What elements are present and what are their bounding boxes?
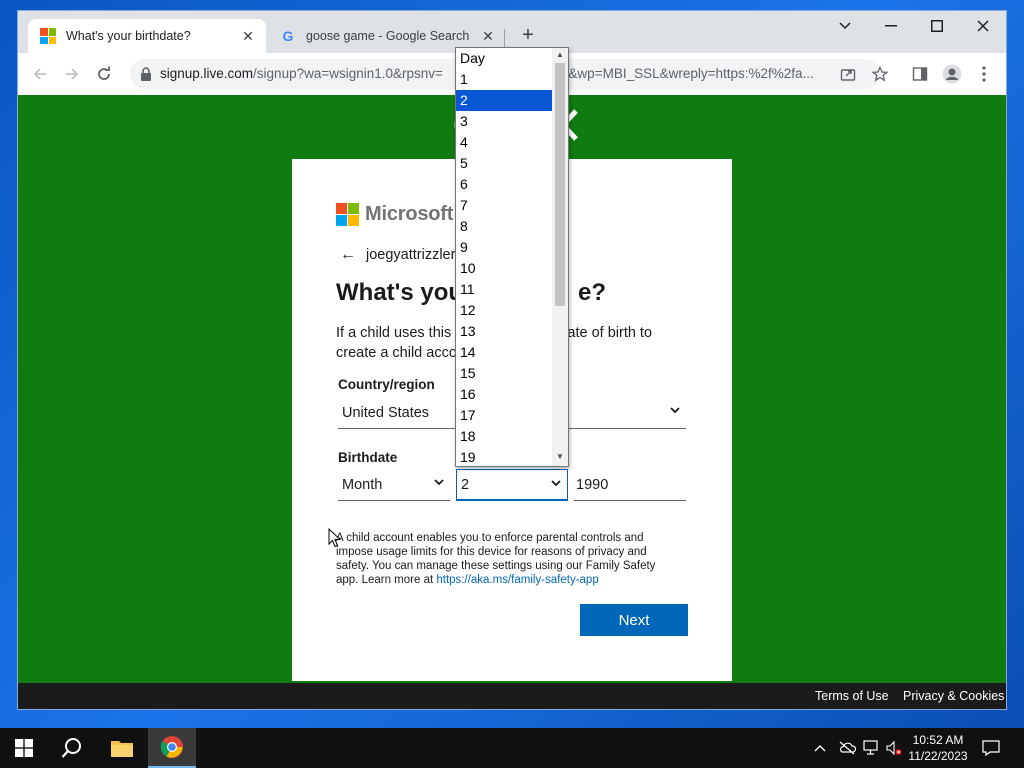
day-option[interactable]: Day bbox=[456, 48, 552, 69]
day-dropdown-list[interactable]: Day 1 2 3 4 5 6 7 8 9 10 11 12 13 14 15 16 17 18 19 ▲ ▼ bbox=[455, 47, 569, 467]
bookmark-star-icon[interactable] bbox=[868, 62, 892, 86]
scroll-up-icon[interactable]: ▲ bbox=[556, 50, 564, 59]
day-option[interactable]: 9 bbox=[456, 237, 552, 258]
dropdown-scrollbar[interactable]: ▲ ▼ bbox=[552, 48, 568, 466]
day-option[interactable]: 14 bbox=[456, 342, 552, 363]
taskbar: 10:52 AM 11/22/2023 bbox=[0, 728, 1024, 768]
onedrive-offline-icon[interactable] bbox=[838, 728, 856, 768]
day-option[interactable]: 5 bbox=[456, 153, 552, 174]
system-clock[interactable]: 10:52 AM 11/22/2023 bbox=[900, 732, 976, 764]
menu-kebab-icon[interactable] bbox=[972, 62, 996, 86]
year-input[interactable]: 1990 bbox=[574, 469, 686, 501]
scroll-down-icon[interactable]: ▼ bbox=[556, 452, 564, 461]
month-select[interactable]: Month bbox=[338, 469, 450, 501]
year-value: 1990 bbox=[576, 476, 609, 493]
day-option[interactable]: 2 bbox=[456, 90, 552, 111]
back-arrow-icon: ← bbox=[340, 246, 356, 263]
page-footer: Terms of Use Privacy & Cookies bbox=[18, 683, 1006, 709]
scrollbar-thumb[interactable] bbox=[555, 63, 565, 306]
tab-title: goose game - Google Search bbox=[306, 29, 470, 43]
day-option[interactable]: 6 bbox=[456, 174, 552, 195]
microsoft-favicon-icon bbox=[40, 28, 56, 44]
day-option[interactable]: 17 bbox=[456, 405, 552, 426]
mouse-cursor-icon bbox=[328, 528, 342, 548]
clock-time: 10:52 AM bbox=[912, 733, 964, 747]
day-option[interactable]: 12 bbox=[456, 300, 552, 321]
notifications-icon[interactable] bbox=[982, 728, 1000, 768]
network-icon[interactable] bbox=[862, 728, 880, 768]
clock-date: 11/22/2023 bbox=[908, 749, 968, 763]
child-account-note: A child account enables you to enforce p… bbox=[336, 532, 656, 586]
day-option[interactable]: 18 bbox=[456, 426, 552, 447]
share-icon[interactable] bbox=[836, 62, 860, 86]
chevron-down-icon bbox=[434, 477, 444, 489]
close-window-icon[interactable] bbox=[960, 11, 1006, 41]
microsoft-brand: Microsoft bbox=[336, 203, 453, 226]
show-hidden-icons-chevron-icon[interactable] bbox=[814, 728, 826, 768]
day-option[interactable]: 4 bbox=[456, 132, 552, 153]
day-option[interactable]: 10 bbox=[456, 258, 552, 279]
day-option[interactable]: 19 bbox=[456, 447, 552, 466]
side-panel-icon[interactable] bbox=[908, 62, 932, 86]
tab-search-chevron-icon[interactable] bbox=[822, 11, 868, 41]
family-safety-link[interactable]: https://aka.ms/family-safety-app bbox=[436, 574, 598, 586]
month-value: Month bbox=[342, 476, 383, 493]
file-explorer-icon[interactable] bbox=[98, 728, 146, 768]
search-icon[interactable] bbox=[48, 728, 96, 768]
new-tab-icon[interactable]: + bbox=[518, 25, 538, 45]
tab-separator bbox=[504, 29, 505, 47]
next-button[interactable]: Next bbox=[580, 604, 688, 636]
day-option[interactable]: 15 bbox=[456, 363, 552, 384]
maximize-icon[interactable] bbox=[914, 11, 960, 41]
lock-icon bbox=[141, 67, 151, 81]
birthdate-label: Birthdate bbox=[338, 450, 398, 465]
day-option[interactable]: 1 bbox=[456, 69, 552, 90]
day-option[interactable]: 13 bbox=[456, 321, 552, 342]
chevron-down-icon bbox=[670, 405, 680, 417]
identity-back-link[interactable]: ← joegyattrizzler bbox=[340, 246, 455, 264]
country-value: United States bbox=[342, 404, 430, 421]
tab-title: What's your birthdate? bbox=[66, 29, 191, 43]
tab-birthdate[interactable]: What's your birthdate? ✕ bbox=[28, 19, 266, 53]
day-option[interactable]: 7 bbox=[456, 195, 552, 216]
windows-start-icon[interactable] bbox=[0, 728, 48, 768]
minimize-icon[interactable] bbox=[868, 11, 914, 41]
close-tab-icon[interactable]: ✕ bbox=[480, 28, 496, 44]
terms-of-use-link[interactable]: Terms of Use bbox=[815, 689, 889, 703]
day-value: 2 bbox=[461, 476, 470, 493]
google-favicon-icon: G bbox=[282, 28, 294, 44]
brand-name: Microsoft bbox=[365, 203, 454, 225]
profile-avatar-icon[interactable] bbox=[940, 62, 964, 86]
privacy-cookies-link[interactable]: Privacy & Cookies bbox=[903, 689, 1004, 703]
day-option[interactable]: 11 bbox=[456, 279, 552, 300]
back-icon[interactable] bbox=[28, 62, 52, 86]
country-label: Country/region bbox=[338, 377, 435, 392]
day-option[interactable]: 16 bbox=[456, 384, 552, 405]
chevron-down-icon bbox=[551, 478, 561, 490]
day-option[interactable]: 8 bbox=[456, 216, 552, 237]
forward-icon[interactable] bbox=[60, 62, 84, 86]
close-tab-icon[interactable]: ✕ bbox=[240, 28, 256, 44]
microsoft-logo-icon bbox=[336, 203, 359, 226]
reload-icon[interactable] bbox=[92, 62, 116, 86]
day-select[interactable]: 2 bbox=[456, 469, 568, 501]
day-option[interactable]: 3 bbox=[456, 111, 552, 132]
identity-text: joegyattrizzler bbox=[366, 247, 456, 263]
chrome-taskbar-icon[interactable] bbox=[148, 728, 196, 768]
